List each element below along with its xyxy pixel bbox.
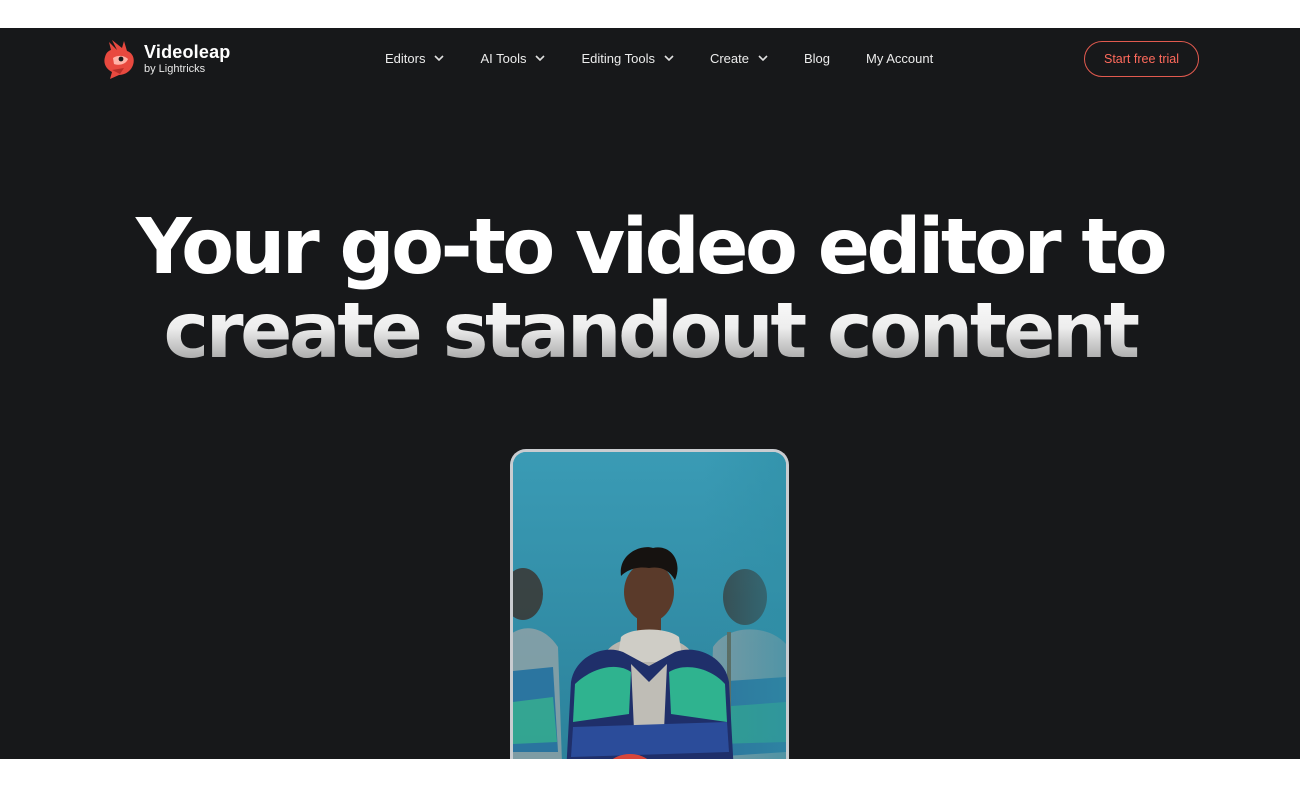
nav-item-label: Blog (804, 50, 831, 66)
start-free-trial-button[interactable]: Start free trial (1084, 41, 1199, 77)
brand-byline: by Lightricks (144, 63, 206, 75)
chevron-down-icon (434, 55, 445, 61)
nav-item-label: Create (709, 50, 749, 66)
bird-logo-icon (104, 40, 134, 79)
nav-item-my-account[interactable]: My Account (866, 51, 933, 66)
nav-item-label: Editors (385, 50, 426, 66)
chevron-down-icon (535, 55, 546, 61)
page: Videoleap by Lightricks Editors AI Tools… (0, 28, 1300, 759)
nav-item-editors[interactable]: Editors (385, 50, 445, 66)
main-nav: Editors AI Tools Editing Tools Create Bl… (385, 48, 933, 68)
nav-item-create[interactable]: Create (710, 51, 768, 66)
nav-item-ai-tools[interactable]: AI Tools (480, 50, 546, 66)
video-frame-illustration (513, 452, 786, 759)
nav-item-label: Editing Tools (581, 50, 655, 66)
nav-item-blog[interactable]: Blog (804, 51, 830, 66)
brand-name: Videoleap (144, 42, 231, 62)
nav-item-label: AI Tools (480, 50, 527, 66)
nav-item-label: My Account (866, 50, 934, 66)
chevron-down-icon (664, 55, 674, 61)
hero-heading: Your go-to video editor to create stando… (0, 206, 1300, 374)
nav-item-editing-tools[interactable]: Editing Tools (581, 50, 674, 66)
hero-heading-line2: create standout content (0, 290, 1300, 374)
brand-text: Videoleap by Lightricks (144, 43, 231, 75)
brand-logo-link[interactable]: Videoleap by Lightricks (100, 38, 231, 80)
site-header: Videoleap by Lightricks Editors AI Tools… (0, 28, 1300, 88)
phone-video-preview[interactable] (510, 449, 789, 759)
chevron-down-icon (758, 55, 768, 61)
hero-heading-line1: Your go-to video editor to (135, 203, 1168, 292)
